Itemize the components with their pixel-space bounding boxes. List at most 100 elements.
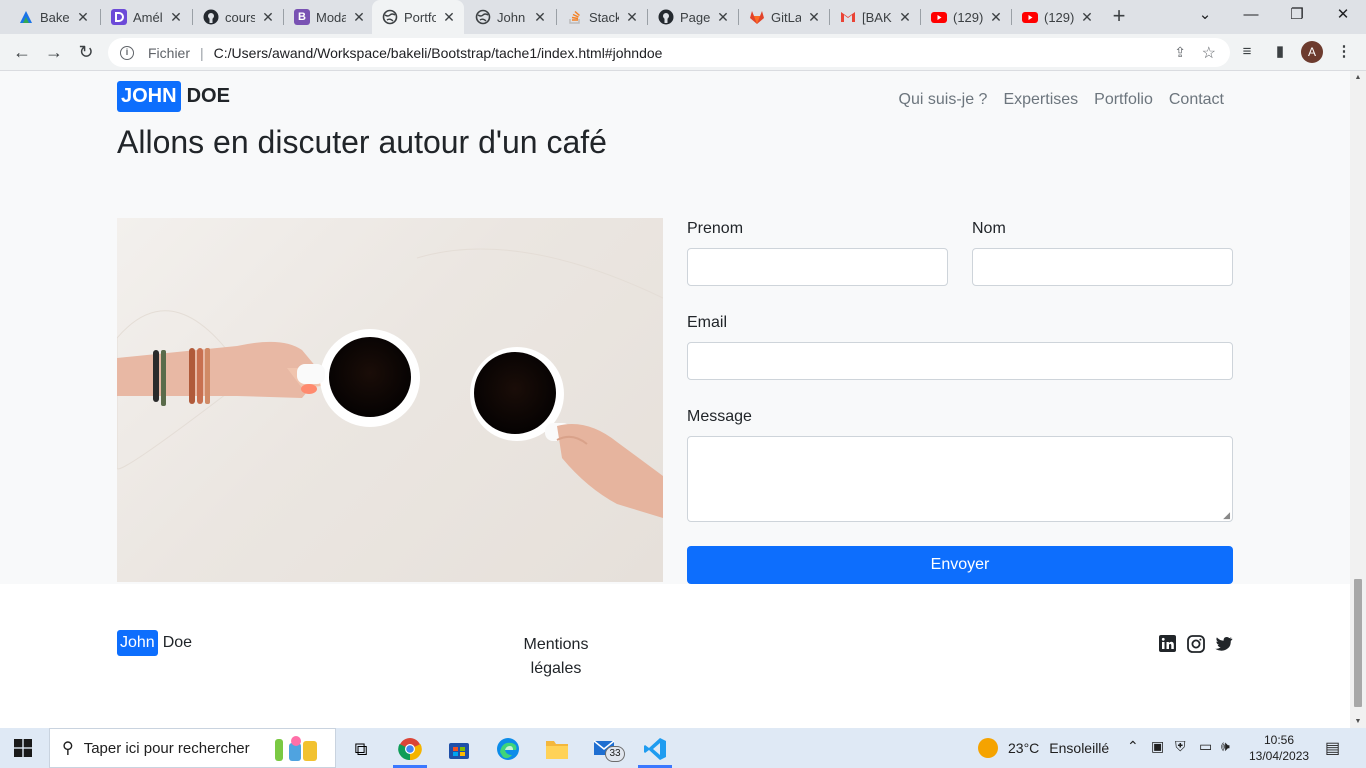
message-textarea[interactable]: ◢ [687, 436, 1233, 522]
mentions-legales-link[interactable]: Mentions légales [510, 633, 602, 681]
scroll-up-arrow-icon[interactable]: ▲ [1354, 74, 1362, 81]
close-icon[interactable]: ✕ [442, 9, 456, 26]
weather-widget[interactable]: 23°C Ensoleillé [978, 738, 1109, 758]
vscode-taskbar-icon[interactable] [638, 736, 672, 768]
device-icon[interactable]: ▣ [1151, 738, 1164, 755]
minimize-button[interactable]: — [1228, 0, 1274, 30]
contact-section: JOHN DOE Qui suis-je ? Expertises Portfo… [0, 71, 1350, 584]
globe-icon [382, 9, 398, 25]
close-icon[interactable]: ✕ [352, 9, 366, 26]
close-icon[interactable]: ✕ [533, 9, 547, 26]
tab-youtube-1[interactable]: (129) ✕ [921, 0, 1011, 34]
security-icon[interactable]: ⛨ [1175, 738, 1186, 755]
tray-chevron-up-icon[interactable]: ⌃ [1127, 738, 1139, 755]
site-brand[interactable]: JOHN DOE [117, 81, 230, 112]
forward-arrow-icon[interactable]: → [42, 40, 66, 64]
volume-icon[interactable]: 🕪 [1221, 738, 1230, 755]
coffee-photo [117, 218, 663, 582]
browser-tab-strip: Bakeli ✕ Améliorer ✕ cours ✕ B Modal ✕ P… [0, 0, 1366, 34]
profile-avatar[interactable]: A [1301, 41, 1323, 63]
file-explorer-taskbar-icon[interactable] [544, 736, 570, 762]
tab-bakeli[interactable]: Bakeli ✕ [8, 0, 98, 34]
mail-badge: 33 [605, 746, 625, 762]
tab-gmail[interactable]: [BAK ✕ [830, 0, 920, 34]
tab-search-chevron-icon[interactable]: ⌄ [1182, 0, 1228, 30]
tab-youtube-2[interactable]: (129) ✕ [1012, 0, 1102, 34]
close-icon[interactable]: ✕ [261, 9, 275, 26]
battery-icon[interactable]: ▭ [1199, 738, 1212, 755]
nav-link-expertises[interactable]: Expertises [1003, 91, 1078, 109]
site-nav: Qui suis-je ? Expertises Portfolio Conta… [899, 91, 1224, 109]
scroll-down-arrow-icon[interactable]: ▼ [1354, 718, 1362, 725]
close-icon[interactable]: ✕ [807, 9, 821, 26]
media-queue-icon[interactable]: ≡ [1237, 42, 1257, 62]
task-view-icon[interactable]: ⧉ [348, 736, 374, 762]
taskbar-search-box[interactable]: ⚲ Taper ici pour rechercher [49, 728, 336, 768]
browser-toolbar: ← → ↻ i Fichier | C:/Users/awand/Workspa… [0, 34, 1366, 71]
search-icon: ⚲ [62, 740, 74, 757]
close-icon[interactable]: ✕ [716, 9, 730, 26]
scheme-label: Fichier [148, 44, 191, 61]
tab-portfolio[interactable]: Portfolio ✕ [372, 0, 464, 34]
bootstrap-icon: B [294, 9, 310, 25]
search-highlight-icon [275, 736, 317, 761]
back-arrow-icon[interactable]: ← [10, 40, 34, 64]
close-icon[interactable]: ✕ [76, 9, 90, 26]
tab-page[interactable]: Page ✕ [648, 0, 738, 34]
message-label: Message [687, 408, 752, 425]
page-scrollbar[interactable]: ▲ ▼ [1350, 71, 1366, 728]
stackoverflow-icon [567, 9, 583, 25]
tab-stack[interactable]: Stack ✕ [557, 0, 647, 34]
email-input[interactable] [687, 342, 1233, 380]
github-icon [203, 9, 219, 25]
bakeli-logo-icon [18, 9, 34, 25]
instagram-icon[interactable] [1187, 635, 1205, 653]
bookmark-star-icon[interactable]: ☆ [1202, 43, 1216, 63]
gmail-icon [840, 9, 856, 25]
github-icon [658, 9, 674, 25]
nav-link-qui-suis-je[interactable]: Qui suis-je ? [899, 91, 988, 109]
close-icon[interactable]: ✕ [625, 9, 639, 26]
close-icon[interactable]: ✕ [169, 9, 183, 26]
windows-start-icon[interactable] [14, 739, 32, 757]
restore-button[interactable]: ❐ [1274, 0, 1320, 30]
email-label: Email [687, 314, 728, 331]
info-icon[interactable]: i [120, 45, 134, 60]
nav-link-contact[interactable]: Contact [1169, 91, 1224, 109]
tab-john[interactable]: John ✕ [465, 0, 555, 34]
chrome-taskbar-icon[interactable] [393, 736, 427, 768]
tab-gitlab[interactable]: GitLab ✕ [739, 0, 829, 34]
envoyer-button[interactable]: Envoyer [687, 546, 1233, 584]
resize-handle-icon[interactable]: ◢ [1223, 510, 1230, 521]
url-text[interactable]: C:/Users/awand/Workspace/bakeli/Bootstra… [214, 45, 663, 61]
reload-icon[interactable]: ↻ [74, 40, 98, 64]
prenom-label: Prenom [687, 220, 744, 237]
nav-link-portfolio[interactable]: Portfolio [1094, 91, 1153, 109]
footer-brand[interactable]: John Doe [117, 630, 192, 656]
tab-modal[interactable]: B Modal ✕ [284, 0, 374, 34]
scrollbar-thumb[interactable] [1354, 579, 1362, 707]
close-icon[interactable]: ✕ [989, 9, 1003, 26]
address-bar[interactable]: i Fichier | C:/Users/awand/Workspace/bak… [108, 38, 1230, 67]
new-tab-button[interactable]: + [1108, 4, 1130, 28]
tab-ameliorer[interactable]: Améliorer ✕ [101, 0, 191, 34]
sun-icon [978, 738, 998, 758]
menu-kebab-icon[interactable]: ⋮ [1334, 42, 1354, 62]
edge-taskbar-icon[interactable] [495, 736, 521, 762]
close-icon[interactable]: ✕ [1080, 9, 1094, 26]
nom-input[interactable] [972, 248, 1233, 286]
tab-cours[interactable]: cours ✕ [193, 0, 283, 34]
prenom-input[interactable] [687, 248, 948, 286]
side-panel-icon[interactable]: ▮ [1270, 42, 1290, 62]
close-window-button[interactable]: ✕ [1320, 0, 1366, 30]
youtube-icon [931, 9, 947, 25]
twitter-icon[interactable] [1215, 635, 1233, 653]
share-icon[interactable]: ⇪ [1174, 44, 1186, 61]
nom-label: Nom [972, 220, 1006, 237]
linkedin-icon[interactable] [1159, 635, 1177, 653]
store-taskbar-icon[interactable] [446, 736, 472, 762]
close-icon[interactable]: ✕ [898, 9, 912, 26]
notifications-icon[interactable]: ▤ [1325, 738, 1340, 758]
mail-taskbar-icon[interactable]: 33 [593, 736, 625, 762]
system-clock[interactable]: 10:56 13/04/2023 [1249, 732, 1309, 764]
